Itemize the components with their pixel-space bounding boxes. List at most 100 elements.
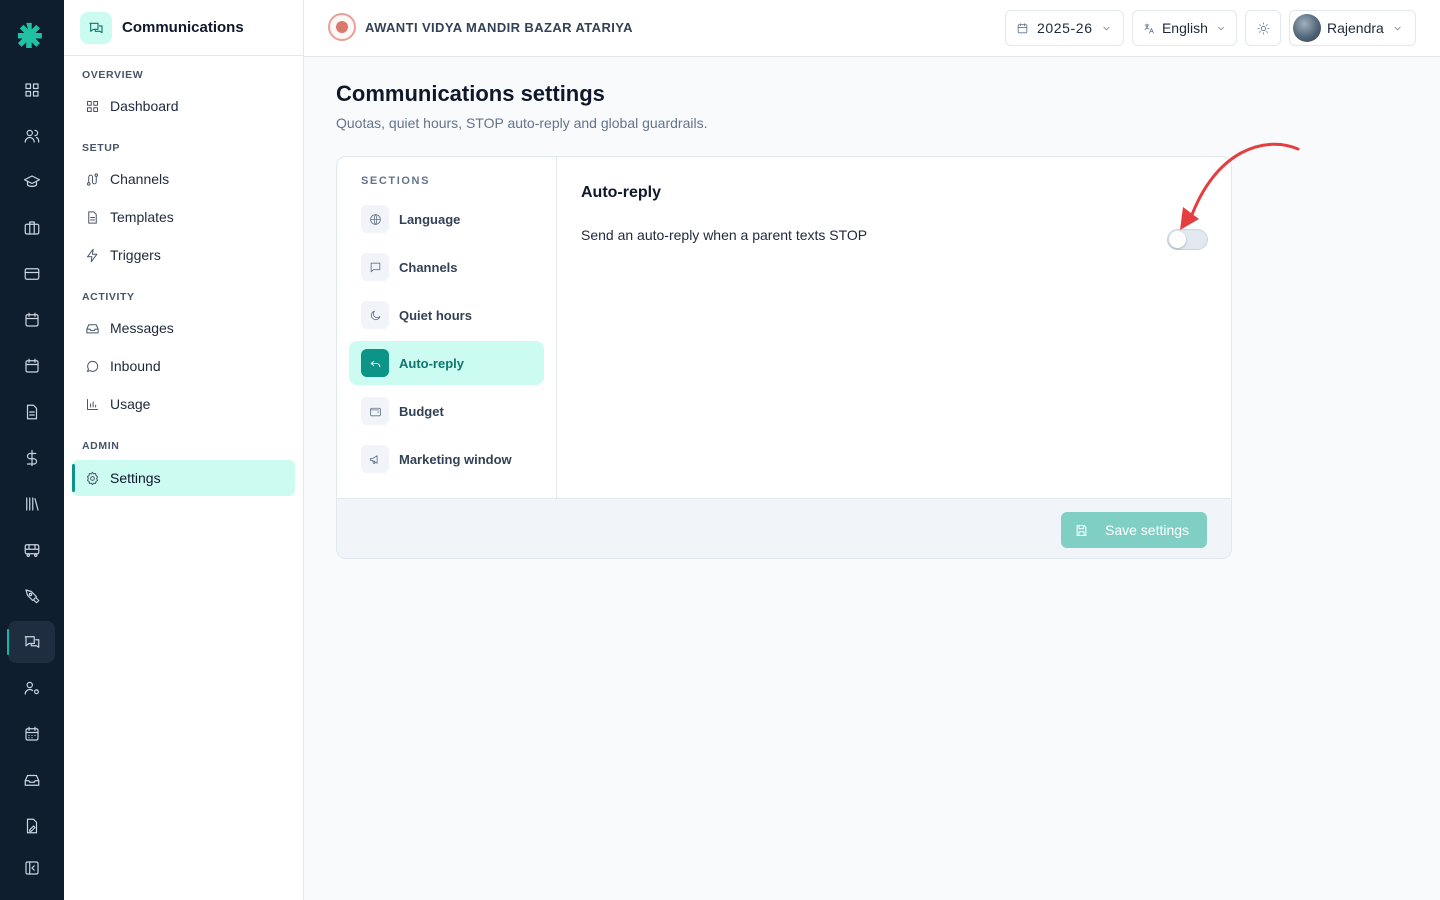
- sidebar-item-label: Triggers: [110, 247, 161, 263]
- briefcase-icon[interactable]: [8, 207, 55, 249]
- section-budget[interactable]: Budget: [349, 389, 544, 433]
- language-selector[interactable]: English: [1132, 10, 1237, 46]
- sun-icon: [1257, 22, 1269, 34]
- section-label: Budget: [399, 403, 444, 419]
- chevron-down-icon: [1218, 26, 1224, 30]
- section-quiet-hours[interactable]: Quiet hours: [349, 293, 544, 337]
- globe-icon: [369, 213, 381, 225]
- sidebar-item-channels[interactable]: Channels: [72, 161, 295, 197]
- sidebar-item-templates[interactable]: Templates: [72, 199, 295, 235]
- sidebar-header: Communications: [64, 0, 303, 56]
- user-menu[interactable]: Rajendra: [1289, 10, 1416, 46]
- page-title: Communications settings: [336, 81, 605, 106]
- route-icon: [87, 172, 98, 186]
- gear-icon: [87, 471, 98, 485]
- sidebar-item-label: Settings: [110, 470, 161, 486]
- sidebar-item-triggers[interactable]: Triggers: [72, 237, 295, 273]
- save-icon: [1076, 524, 1087, 536]
- school-identity: AWANTI VIDYA MANDIR BAZAR ATARIYA: [328, 13, 633, 41]
- users-icon[interactable]: [8, 115, 55, 157]
- sidebar-item-label: Templates: [110, 209, 174, 225]
- top-bar: AWANTI VIDYA MANDIR BAZAR ATARIYA 2025-2…: [304, 0, 1440, 57]
- calendar-icon[interactable]: [8, 299, 55, 341]
- avatar: [1293, 14, 1321, 42]
- group-label-activity: ACTIVITY: [82, 291, 135, 303]
- card-footer: Save settings: [337, 498, 1231, 558]
- collapse-icon[interactable]: [8, 847, 55, 889]
- section-marketing-window[interactable]: Marketing window: [349, 437, 544, 481]
- school-name: AWANTI VIDYA MANDIR BAZAR ATARIYA: [365, 19, 633, 35]
- bar-chart-icon: [87, 398, 98, 410]
- sidebar-item-messages[interactable]: Messages: [72, 310, 295, 346]
- document-icon[interactable]: [8, 391, 55, 433]
- inbox-icon: [86, 323, 99, 333]
- group-label-admin: ADMIN: [82, 440, 120, 452]
- inbox-tray-icon[interactable]: [8, 759, 55, 801]
- sections-label: SECTIONS: [361, 175, 431, 187]
- message-circle-icon: [87, 360, 99, 372]
- save-settings-button[interactable]: Save settings: [1061, 512, 1207, 548]
- auto-reply-setting-label: Send an auto-reply when a parent texts S…: [581, 227, 868, 243]
- sidebar-item-label: Dashboard: [110, 98, 179, 114]
- sidebar-item-dashboard[interactable]: Dashboard: [72, 88, 295, 124]
- sections-nav: SECTIONS Language Channels Quiet hours A…: [337, 157, 557, 498]
- user-settings-icon[interactable]: [8, 667, 55, 709]
- user-name: Rajendra: [1327, 20, 1384, 36]
- school-emblem: [328, 13, 356, 41]
- annotation-arrow: [1180, 142, 1300, 230]
- graduation-cap-icon[interactable]: [8, 161, 55, 203]
- section-label: Marketing window: [399, 451, 512, 467]
- sidebar-item-label: Inbound: [110, 358, 161, 374]
- calendar-alt-icon[interactable]: [8, 345, 55, 387]
- section-label: Quiet hours: [399, 307, 472, 323]
- chat-icon[interactable]: [7, 621, 55, 663]
- settings-card: SECTIONS Language Channels Quiet hours A…: [336, 156, 1232, 559]
- message-square-icon: [370, 262, 380, 272]
- dashboard-icon[interactable]: [8, 69, 55, 111]
- wallet-icon: [369, 407, 381, 416]
- moon-icon: [370, 310, 380, 320]
- year-selector[interactable]: 2025-26: [1005, 10, 1124, 46]
- sidebar-item-usage[interactable]: Usage: [72, 386, 295, 422]
- section-label: Language: [399, 211, 461, 227]
- bus-icon[interactable]: [8, 529, 55, 571]
- megaphone-icon: [369, 454, 378, 464]
- section-language[interactable]: Language: [349, 197, 544, 241]
- language-value: English: [1161, 20, 1208, 36]
- sidebar-item-label: Messages: [110, 320, 174, 336]
- theme-toggle-button[interactable]: [1245, 10, 1281, 46]
- sidebar-item-label: Channels: [110, 171, 170, 187]
- section-channels[interactable]: Channels: [349, 245, 544, 289]
- year-value: 2025-26: [1037, 20, 1093, 36]
- chevron-down-icon: [1394, 26, 1401, 30]
- credit-card-icon[interactable]: [8, 253, 55, 295]
- group-label-setup: SETUP: [82, 142, 121, 154]
- module-sidebar: Communications OVERVIEW Dashboard SETUP …: [64, 0, 304, 900]
- sidebar-item-label: Usage: [110, 396, 151, 412]
- sidebar-title: Communications: [122, 19, 244, 36]
- pen-tool-icon[interactable]: [8, 575, 55, 617]
- section-auto-reply[interactable]: Auto-reply: [349, 341, 544, 385]
- grid-icon: [87, 100, 98, 112]
- chevron-down-icon: [1102, 26, 1110, 30]
- communications-icon: [80, 11, 112, 44]
- translate-icon: [1144, 23, 1154, 33]
- dollar-icon[interactable]: [8, 437, 55, 479]
- calendar-grid-icon[interactable]: [8, 713, 55, 755]
- app-rail: [0, 0, 64, 900]
- section-label: Auto-reply: [399, 355, 464, 371]
- calendar-icon: [1017, 22, 1028, 33]
- reply-icon: [370, 360, 380, 367]
- panel-title: Auto-reply: [581, 184, 661, 201]
- file-icon: [88, 210, 97, 224]
- sidebar-item-inbound[interactable]: Inbound: [72, 348, 295, 384]
- group-label-overview: OVERVIEW: [82, 69, 144, 81]
- section-label: Channels: [399, 259, 458, 275]
- zap-icon: [87, 248, 98, 262]
- page-subtitle: Quotas, quiet hours, STOP auto-reply and…: [336, 115, 708, 131]
- save-button-label: Save settings: [1105, 522, 1190, 538]
- file-edit-icon[interactable]: [8, 805, 55, 847]
- app-logo[interactable]: [17, 22, 43, 48]
- sidebar-item-settings[interactable]: Settings: [72, 460, 295, 496]
- library-icon[interactable]: [8, 483, 55, 525]
